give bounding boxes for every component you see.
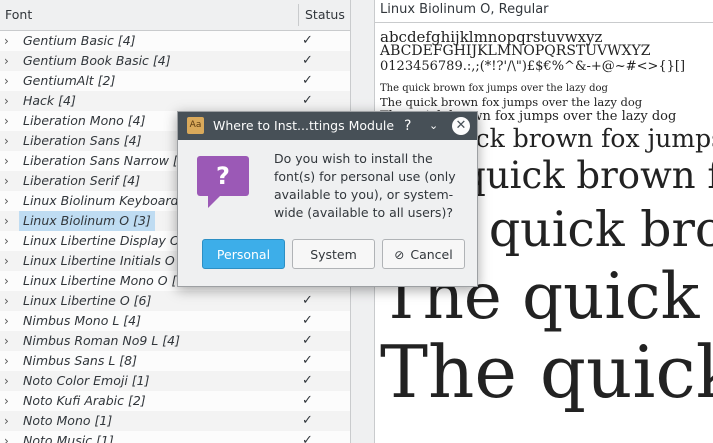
expand-chevron-icon[interactable]: › xyxy=(4,431,9,443)
system-button[interactable]: System xyxy=(292,239,375,269)
expand-chevron-icon[interactable]: › xyxy=(4,351,9,371)
status-checkmark-icon: ✓ xyxy=(302,53,313,68)
font-list-row[interactable]: › Gentium Book Basic [4] ✓ xyxy=(0,51,350,71)
status-checkmark-icon: ✓ xyxy=(302,293,313,308)
font-name: Liberation Sans [4] xyxy=(23,133,142,148)
status-checkmark-icon: ✓ xyxy=(302,33,313,48)
status-column-header[interactable]: Status xyxy=(305,0,345,30)
status-checkmark-icon: ✓ xyxy=(302,373,313,388)
preview-sample-12: The quick brown fox jumps over the lazy … xyxy=(380,95,643,109)
font-name: Nimbus Sans L [8] xyxy=(23,353,137,368)
font-list-row[interactable]: › Noto Color Emoji [1] ✓ xyxy=(0,371,350,391)
expand-chevron-icon[interactable]: › xyxy=(4,231,9,251)
preview-title: Linux Biolinum O, Regular xyxy=(380,2,549,17)
font-list-header: Font Status xyxy=(0,0,350,31)
cancel-button[interactable]: ⊘ Cancel xyxy=(382,239,465,269)
cancel-icon: ⊘ xyxy=(394,248,405,262)
font-list-row[interactable]: › Gentium Basic [4] ✓ xyxy=(0,31,350,51)
personal-button[interactable]: Personal xyxy=(202,239,285,269)
status-checkmark-icon: ✓ xyxy=(302,313,313,328)
font-list-row[interactable]: › Nimbus Sans L [8] ✓ xyxy=(0,351,350,371)
expand-chevron-icon[interactable]: › xyxy=(4,191,9,211)
help-icon[interactable]: ? xyxy=(404,112,411,140)
font-list-row[interactable]: › Nimbus Mono L [4] ✓ xyxy=(0,311,350,331)
font-name: Nimbus Mono L [4] xyxy=(23,313,141,328)
font-name: Noto Color Emoji [1] xyxy=(23,373,150,388)
question-icon: ? xyxy=(197,156,249,196)
expand-chevron-icon[interactable]: › xyxy=(4,31,9,51)
dialog-titlebar[interactable]: Aa Where to Inst...ttings Module ? ⌄ ✕ xyxy=(178,112,477,140)
font-name: Liberation Mono [4] xyxy=(23,113,146,128)
preview-symbols: 0123456789.:,;(*!?'/\")£$€%^&-+@~#<>{}[] xyxy=(380,59,686,74)
font-name: GentiumAlt [2] xyxy=(23,73,116,88)
cancel-button-label: Cancel xyxy=(410,247,453,262)
expand-chevron-icon[interactable]: › xyxy=(4,271,9,291)
status-checkmark-icon: ✓ xyxy=(302,353,313,368)
status-checkmark-icon: ✓ xyxy=(302,393,313,408)
expand-chevron-icon[interactable]: › xyxy=(4,411,9,431)
font-name: Linux Libertine Display O [1] xyxy=(23,233,202,248)
font-list-row[interactable]: › GentiumAlt [2] ✓ xyxy=(0,71,350,91)
expand-chevron-icon[interactable]: › xyxy=(4,391,9,411)
preview-divider xyxy=(375,22,713,23)
expand-chevron-icon[interactable]: › xyxy=(4,251,9,271)
dialog-title: Where to Inst...ttings Module xyxy=(213,118,395,133)
expand-chevron-icon[interactable]: › xyxy=(4,71,9,91)
status-checkmark-icon: ✓ xyxy=(302,413,313,428)
font-name: Noto Kufi Arabic [2] xyxy=(23,393,146,408)
chevron-down-icon[interactable]: ⌄ xyxy=(429,112,438,140)
close-icon[interactable]: ✕ xyxy=(452,117,470,135)
font-name: Hack [4] xyxy=(23,93,76,108)
column-separator[interactable] xyxy=(298,4,299,26)
font-list-row[interactable]: › Noto Mono [1] ✓ xyxy=(0,411,350,431)
expand-chevron-icon[interactable]: › xyxy=(4,371,9,391)
font-list-row[interactable]: › Nimbus Roman No9 L [4] ✓ xyxy=(0,331,350,351)
font-name: Linux Biolinum O [3] xyxy=(19,211,155,231)
font-name: Nimbus Roman No9 L [4] xyxy=(23,333,180,348)
font-name: Linux Libertine Initials O [1] xyxy=(23,253,197,268)
font-list-row[interactable]: › Hack [4] ✓ xyxy=(0,91,350,111)
preview-uppercase: ABCDEFGHIJKLMNOPQRSTUVWXYZ xyxy=(380,43,651,59)
font-name: Gentium Basic [4] xyxy=(23,33,136,48)
expand-chevron-icon[interactable]: › xyxy=(4,111,9,131)
expand-chevron-icon[interactable]: › xyxy=(4,91,9,111)
font-name: Liberation Sans Narrow [4] xyxy=(23,153,191,168)
status-checkmark-icon: ✓ xyxy=(302,73,313,88)
preview-sample-10: The quick brown fox jumps over the lazy … xyxy=(380,83,608,94)
font-list-row[interactable]: › Linux Libertine O [6] ✓ xyxy=(0,291,350,311)
install-location-dialog: Aa Where to Inst...ttings Module ? ⌄ ✕ ?… xyxy=(177,111,478,287)
expand-chevron-icon[interactable]: › xyxy=(4,151,9,171)
expand-chevron-icon[interactable]: › xyxy=(4,171,9,191)
expand-chevron-icon[interactable]: › xyxy=(4,51,9,71)
expand-chevron-icon[interactable]: › xyxy=(4,291,9,311)
font-list-row[interactable]: › Noto Music [1] ✓ xyxy=(0,431,350,443)
expand-chevron-icon[interactable]: › xyxy=(4,211,9,231)
expand-chevron-icon[interactable]: › xyxy=(4,311,9,331)
font-settings-app-icon: Aa xyxy=(187,117,204,134)
font-list-row[interactable]: › Noto Kufi Arabic [2] ✓ xyxy=(0,391,350,411)
preview-sample-72: The quick brown fox jumps over the lazy … xyxy=(380,330,713,414)
question-icon-tail xyxy=(208,196,220,208)
dialog-message: Do you wish to install the font(s) for p… xyxy=(274,151,456,220)
font-name: Noto Mono [1] xyxy=(23,413,113,428)
font-name: Noto Music [1] xyxy=(23,433,114,443)
font-name: Liberation Serif [4] xyxy=(23,173,141,188)
font-name: Linux Libertine O [6] xyxy=(23,293,152,308)
status-checkmark-icon: ✓ xyxy=(302,93,313,108)
font-name: Linux Libertine Mono O [1] xyxy=(23,273,190,288)
font-column-header[interactable]: Font xyxy=(5,0,32,30)
status-checkmark-icon: ✓ xyxy=(302,433,313,443)
expand-chevron-icon[interactable]: › xyxy=(4,331,9,351)
font-name: Gentium Book Basic [4] xyxy=(23,53,171,68)
status-checkmark-icon: ✓ xyxy=(302,333,313,348)
expand-chevron-icon[interactable]: › xyxy=(4,131,9,151)
